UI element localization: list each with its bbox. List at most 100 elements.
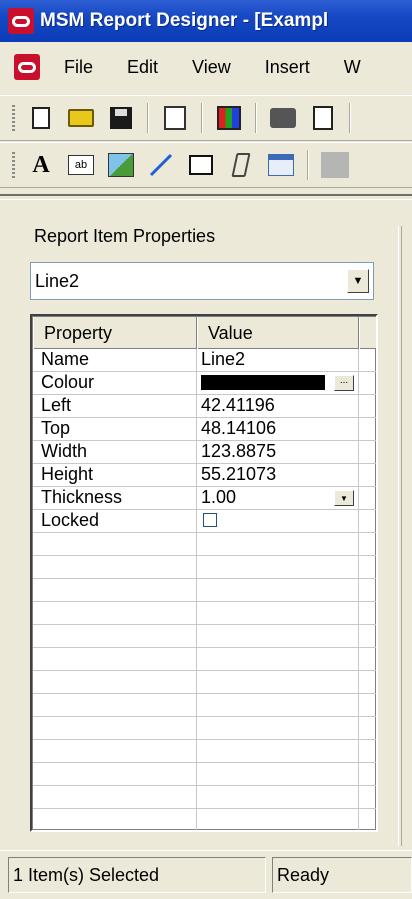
menu-bar: File Edit View Insert W — [0, 44, 412, 90]
new-document-button[interactable] — [27, 104, 55, 132]
item-selector-dropdown[interactable]: Line2 ▼ — [30, 262, 374, 300]
chevron-down-icon[interactable]: ▼ — [334, 490, 354, 506]
menu-view[interactable]: View — [192, 57, 231, 78]
insert-line-button[interactable] — [147, 151, 175, 179]
property-name: Height — [33, 464, 197, 487]
textbox-icon: ab — [68, 155, 94, 175]
insert-image-button[interactable] — [107, 151, 135, 179]
property-value-top[interactable]: 48.14106 — [197, 418, 359, 441]
table-row[interactable]: Colour ... — [33, 372, 376, 395]
insert-text-button[interactable]: A — [27, 151, 55, 179]
property-grid: Property Value Name Line2 Colour ... Lef… — [30, 314, 378, 832]
property-name: Top — [33, 418, 197, 441]
save-button[interactable] — [107, 104, 135, 132]
oracle-menu-icon[interactable] — [14, 54, 40, 80]
save-icon — [110, 107, 132, 129]
table-row[interactable]: Locked — [33, 510, 376, 533]
grid-header: Property Value — [33, 317, 376, 349]
rectangle-icon — [189, 155, 213, 175]
property-name: Thickness — [33, 487, 197, 510]
toolbar-separator — [349, 103, 351, 133]
empty-row — [33, 602, 376, 625]
empty-row — [33, 763, 376, 786]
menu-edit[interactable]: Edit — [127, 57, 158, 78]
thickness-value: 1.00 — [201, 487, 237, 507]
print-preview-icon — [313, 106, 333, 130]
empty-row — [33, 579, 376, 602]
splitter-vertical[interactable] — [398, 226, 402, 846]
image-icon — [108, 153, 134, 177]
chevron-down-icon[interactable]: ▼ — [347, 269, 369, 293]
status-bar: 1 Item(s) Selected Ready — [0, 850, 412, 899]
insert-box-3d-button[interactable] — [321, 151, 349, 179]
table-row[interactable]: Name Line2 — [33, 349, 376, 372]
standard-toolbar — [0, 95, 412, 141]
empty-row — [33, 809, 376, 830]
table-row[interactable]: Width 123.8875 — [33, 441, 376, 464]
print-icon — [270, 108, 296, 128]
new-document-icon — [32, 107, 50, 129]
empty-row — [33, 717, 376, 740]
column-header-filler — [359, 317, 376, 349]
colors-icon — [217, 106, 241, 130]
toolbar-separator — [201, 103, 203, 133]
empty-row — [33, 786, 376, 809]
property-value-width[interactable]: 123.8875 — [197, 441, 359, 464]
oracle-logo-icon[interactable] — [8, 8, 34, 34]
title-bar[interactable]: MSM Report Designer - [Exampl — [0, 0, 412, 42]
locked-checkbox[interactable] — [203, 513, 217, 527]
grid-rows: Name Line2 Colour ... Left 42.41196 Top … — [33, 349, 376, 533]
print-preview-button[interactable] — [309, 104, 337, 132]
toolbar-grip-handle[interactable] — [12, 105, 15, 131]
property-value-name[interactable]: Line2 — [197, 349, 359, 372]
empty-row — [33, 533, 376, 556]
empty-row — [33, 625, 376, 648]
panel-title: Report Item Properties — [34, 226, 216, 246]
text-icon: A — [32, 151, 50, 178]
property-value-left[interactable]: 42.41196 — [197, 395, 359, 418]
empty-row — [33, 671, 376, 694]
property-value-colour[interactable]: ... — [197, 372, 359, 395]
empty-row — [33, 740, 376, 763]
open-button[interactable] — [67, 104, 95, 132]
empty-rows — [33, 533, 376, 830]
property-name: Width — [33, 441, 197, 464]
property-value-thickness[interactable]: 1.00 ▼ — [197, 487, 359, 510]
colour-picker-button[interactable]: ... — [334, 375, 354, 391]
menu-file[interactable]: File — [64, 57, 93, 78]
table-row[interactable]: Thickness 1.00 ▼ — [33, 487, 376, 510]
status-state: Ready — [272, 857, 412, 893]
toolbar-separator — [255, 103, 257, 133]
status-selection: 1 Item(s) Selected — [8, 857, 266, 893]
column-header-property[interactable]: Property — [33, 317, 197, 349]
insert-rectangle-button[interactable] — [187, 151, 215, 179]
print-button[interactable] — [269, 104, 297, 132]
property-value-height[interactable]: 55.21073 — [197, 464, 359, 487]
line-icon — [149, 153, 173, 177]
colors-button[interactable] — [215, 104, 243, 132]
menu-window[interactable]: W — [344, 57, 361, 78]
property-name: Locked — [33, 510, 197, 533]
table-row[interactable]: Left 42.41196 — [33, 395, 376, 418]
table-row[interactable]: Top 48.14106 — [33, 418, 376, 441]
item-selector-value: Line2 — [35, 270, 80, 291]
pencil-icon — [231, 153, 251, 177]
box-3d-icon — [321, 152, 349, 178]
splitter-horizontal[interactable] — [0, 194, 412, 200]
table-row[interactable]: Height 55.21073 — [33, 464, 376, 487]
colour-swatch — [201, 375, 325, 390]
toolbar-separator — [147, 103, 149, 133]
insert-textbox-button[interactable]: ab — [67, 151, 95, 179]
property-name: Name — [33, 349, 197, 372]
insert-table-button[interactable] — [267, 151, 295, 179]
toolbar-grip-handle[interactable] — [12, 152, 15, 178]
window-title: MSM Report Designer - [Exampl — [40, 10, 329, 31]
column-header-value[interactable]: Value — [197, 317, 359, 349]
open-folder-icon — [68, 109, 94, 127]
empty-row — [33, 694, 376, 717]
insert-pencil-button[interactable] — [227, 151, 255, 179]
menu-insert[interactable]: Insert — [265, 57, 310, 78]
properties-button[interactable] — [161, 104, 189, 132]
property-value-locked[interactable] — [197, 510, 359, 533]
table-icon — [268, 154, 294, 176]
